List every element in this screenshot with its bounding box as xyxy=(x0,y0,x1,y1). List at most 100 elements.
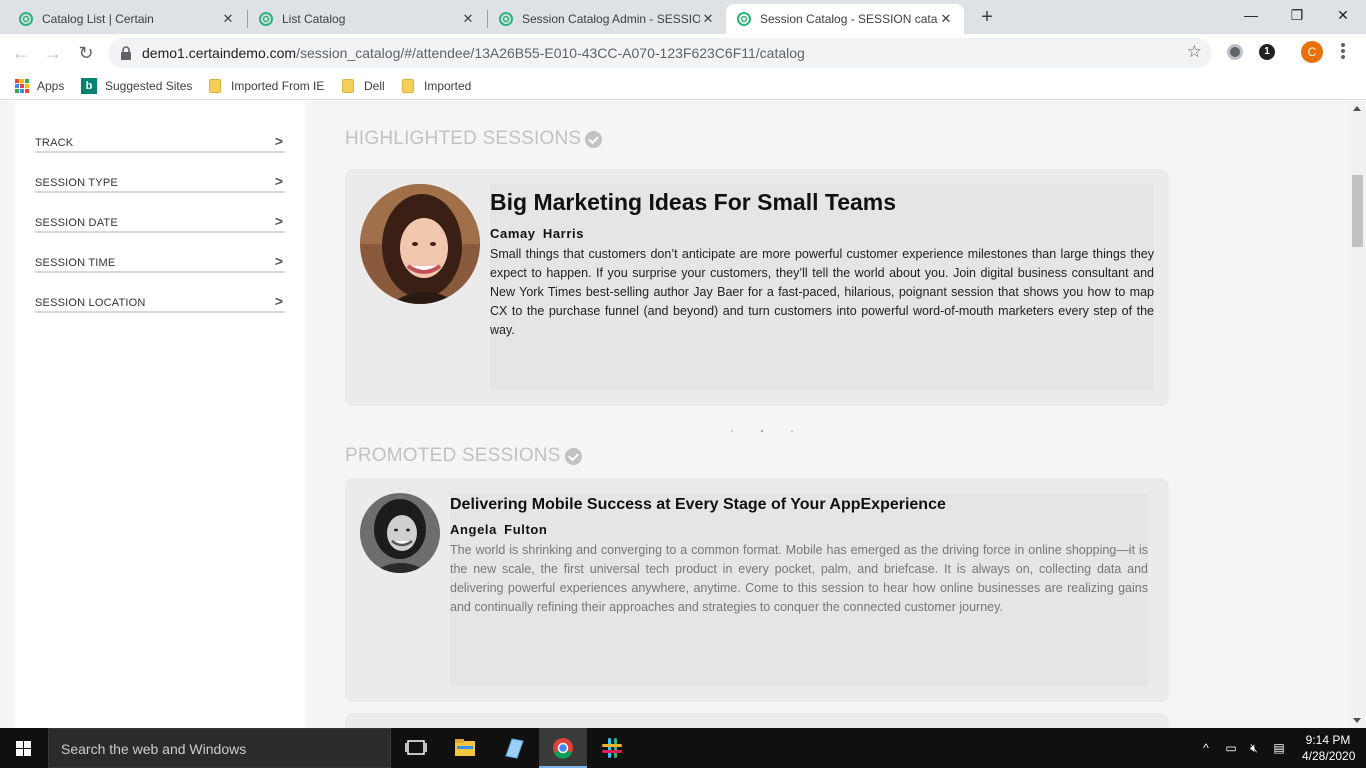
speaker-name[interactable]: Camay Harris xyxy=(490,226,584,241)
taskbar-search-box[interactable]: Search the web and Windows xyxy=(48,728,391,768)
folder-icon xyxy=(209,79,221,93)
profile-avatar[interactable]: C xyxy=(1301,41,1323,63)
scrollbar-thumb[interactable] xyxy=(1352,175,1363,247)
chrome-taskbar-icon[interactable] xyxy=(539,728,587,768)
session-title[interactable]: Big Marketing Ideas For Small Teams xyxy=(490,189,896,216)
folder-icon xyxy=(402,79,414,93)
tab-session-catalog-admin[interactable]: Session Catalog Admin - SESSION ✕ xyxy=(488,4,726,34)
carousel-dot[interactable] xyxy=(791,430,793,432)
scroll-down-arrow-icon[interactable] xyxy=(1353,718,1361,723)
extension-badge-icon[interactable]: 1 xyxy=(1259,44,1275,60)
network-icon[interactable]: ▭ xyxy=(1220,728,1242,768)
volume-muted-icon[interactable]: 🔇︎ xyxy=(1243,728,1265,768)
search-placeholder: Search the web and Windows xyxy=(61,741,247,757)
bookmark-dell[interactable]: Dell xyxy=(340,76,385,96)
carousel-dot-active[interactable] xyxy=(761,430,763,432)
bookmark-star-icon[interactable]: ☆ xyxy=(1187,42,1202,62)
bookmark-apps[interactable]: Apps xyxy=(15,76,64,96)
filter-session-date[interactable]: SESSION DATE > xyxy=(35,193,285,233)
certain-logo-icon xyxy=(499,12,513,26)
slack-icon[interactable] xyxy=(588,728,636,768)
url-text: demo1.certaindemo.com/session_catalog/#/… xyxy=(142,45,805,61)
tab-title: Session Catalog - SESSION catalo xyxy=(760,12,938,26)
chevron-right-icon: > xyxy=(274,253,283,269)
scroll-up-arrow-icon[interactable] xyxy=(1353,106,1361,111)
tab-catalog-list[interactable]: Catalog List | Certain ✕ xyxy=(8,4,246,34)
url-path: /session_catalog/#/attendee/13A26B55-E01… xyxy=(296,45,805,61)
filter-session-time[interactable]: SESSION TIME > xyxy=(35,233,285,273)
tab-list-catalog[interactable]: List Catalog ✕ xyxy=(248,4,486,34)
system-clock[interactable]: 9:14 PM 4/28/2020 xyxy=(1302,732,1355,764)
show-hidden-icons-chevron-icon[interactable]: ^ xyxy=(1196,728,1216,768)
section-heading-text: PROMOTED SESSIONS xyxy=(345,445,561,466)
start-button[interactable] xyxy=(0,728,48,768)
chevron-right-icon: > xyxy=(274,293,283,309)
filter-session-location[interactable]: SESSION LOCATION > xyxy=(35,273,285,313)
bookmark-label: Imported xyxy=(424,79,472,93)
filter-session-type[interactable]: SESSION TYPE > xyxy=(35,153,285,193)
close-icon[interactable]: ✕ xyxy=(700,11,716,27)
filter-sidebar: TRACK > SESSION TYPE > SESSION DATE > SE… xyxy=(15,101,305,728)
bookmark-label: Dell xyxy=(364,79,385,93)
session-title[interactable]: Delivering Mobile Success at Every Stage… xyxy=(450,496,946,514)
apps-grid-icon xyxy=(15,79,29,93)
certain-logo-icon xyxy=(259,12,273,26)
minimize-button[interactable]: — xyxy=(1228,0,1274,30)
close-icon[interactable]: ✕ xyxy=(220,11,236,27)
bookmark-label: Suggested Sites xyxy=(105,79,193,93)
chrome-logo-icon xyxy=(553,738,573,759)
browser-toolbar: ← → ↻ demo1.certaindemo.com/session_cata… xyxy=(0,34,1366,72)
certain-logo-icon xyxy=(737,12,751,26)
folder-glyph xyxy=(455,739,475,756)
highlighted-sessions-heading[interactable]: HIGHLIGHTED SESSIONS xyxy=(345,128,603,150)
speaker-photo-icon xyxy=(360,184,480,304)
chevron-right-icon: > xyxy=(274,133,283,149)
page-scrollbar[interactable] xyxy=(1349,101,1366,728)
bookmarks-bar: Apps b Suggested Sites Imported From IE … xyxy=(0,72,1366,100)
chevron-right-icon: > xyxy=(274,213,283,229)
notes-glyph xyxy=(505,738,524,759)
close-window-button[interactable]: ✕ xyxy=(1320,0,1366,30)
maximize-button[interactable]: ❐ xyxy=(1274,0,1320,30)
task-view-glyph xyxy=(405,740,427,755)
notes-app-icon[interactable] xyxy=(490,728,538,768)
next-session-card[interactable] xyxy=(345,713,1169,728)
speaker-name[interactable]: Angela Fulton xyxy=(450,522,547,537)
bookmark-imported-from-ie[interactable]: Imported From IE xyxy=(207,76,324,96)
action-center-icon[interactable]: ▤ xyxy=(1268,728,1290,768)
windows-logo-icon xyxy=(16,741,32,756)
back-arrow-icon[interactable]: ← xyxy=(8,40,34,66)
file-explorer-icon[interactable] xyxy=(441,728,489,768)
carousel-dots[interactable] xyxy=(730,428,794,434)
session-description: The world is shrinking and converging to… xyxy=(450,543,1148,614)
close-icon[interactable]: ✕ xyxy=(460,11,476,27)
bookmark-label: Apps xyxy=(37,79,65,93)
filter-track[interactable]: TRACK > xyxy=(35,113,285,153)
promoted-session-card[interactable]: Delivering Mobile Success at Every Stage… xyxy=(345,478,1169,702)
filter-label: SESSION DATE xyxy=(35,217,118,229)
extension-icon[interactable] xyxy=(1227,44,1243,60)
filter-label: TRACK xyxy=(35,137,74,149)
close-icon[interactable]: ✕ xyxy=(938,11,954,27)
reload-icon[interactable]: ↻ xyxy=(73,40,99,66)
bookmark-suggested-sites[interactable]: b Suggested Sites xyxy=(81,76,192,96)
carousel-dot[interactable] xyxy=(731,430,733,432)
session-description: Small things that customers don’t antici… xyxy=(490,247,1154,337)
tab-session-catalog[interactable]: Session Catalog - SESSION catalo ✕ xyxy=(726,4,964,34)
bing-icon: b xyxy=(81,78,97,94)
url-host: demo1.certaindemo.com xyxy=(142,45,297,61)
new-tab-button[interactable]: + xyxy=(976,6,998,28)
task-view-icon[interactable] xyxy=(392,728,440,768)
speaker-avatar xyxy=(360,184,480,304)
windows-taskbar: Search the web and Windows ^ ▭ 🔇︎ ▤ 9:14… xyxy=(0,728,1366,768)
highlighted-session-card[interactable]: Big Marketing Ideas For Small Teams Cama… xyxy=(345,169,1169,406)
lock-icon xyxy=(121,46,131,60)
promoted-sessions-heading[interactable]: PROMOTED SESSIONS xyxy=(345,445,582,467)
check-circle-icon xyxy=(564,447,582,465)
address-bar[interactable]: demo1.certaindemo.com/session_catalog/#/… xyxy=(108,38,1212,68)
forward-arrow-icon[interactable]: → xyxy=(40,40,66,66)
bookmark-label: Imported From IE xyxy=(231,79,325,93)
filter-label: SESSION LOCATION xyxy=(35,297,146,309)
chrome-menu-icon[interactable] xyxy=(1338,41,1348,63)
bookmark-imported[interactable]: Imported xyxy=(400,76,471,96)
